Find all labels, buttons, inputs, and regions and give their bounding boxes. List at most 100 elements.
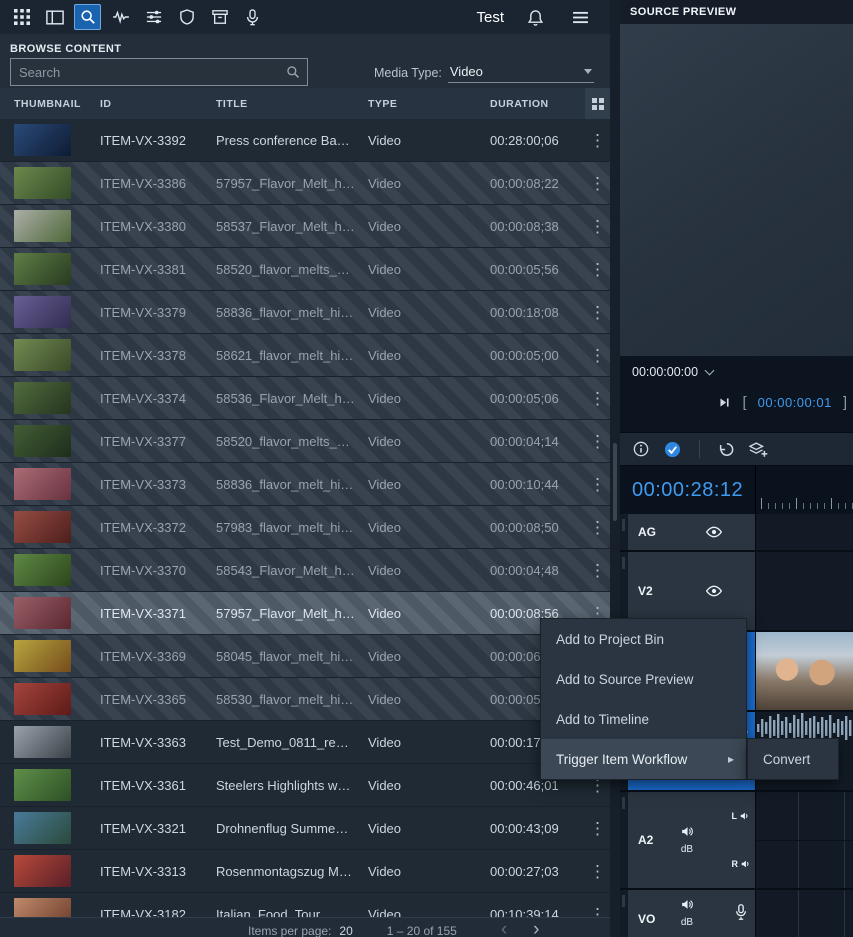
table-row[interactable]: ITEM-VX-337058543_Flavor_Melt_h…Video00:… (0, 549, 610, 592)
mark-timecode[interactable]: 00:00:00:01 (758, 395, 832, 410)
kebab-icon: ⋮ (589, 476, 606, 493)
row-menu-button[interactable]: ⋮ (585, 390, 610, 407)
track-content[interactable] (756, 632, 853, 710)
row-menu-button[interactable]: ⋮ (585, 519, 610, 536)
eye-icon[interactable] (706, 526, 722, 538)
row-menu-button[interactable]: ⋮ (585, 863, 610, 880)
microphone-icon[interactable] (239, 4, 266, 30)
source-preview-title: SOURCE PREVIEW (630, 6, 736, 18)
table-row[interactable]: ITEM-VX-336558530_flavor_melt_hi…Video00… (0, 678, 610, 721)
row-menu-button[interactable]: ⋮ (585, 132, 610, 149)
prev-page-icon[interactable]: ‹ (501, 924, 507, 936)
table-row[interactable]: ITEM-VX-338058537_Flavor_Melt_h…Video00:… (0, 205, 610, 248)
column-settings-icon[interactable] (585, 88, 610, 119)
column-header[interactable]: ID (100, 98, 216, 110)
row-menu-button[interactable]: ⋮ (585, 175, 610, 192)
context-menu-item[interactable]: Add to Source Preview (541, 659, 746, 699)
track-grip[interactable] (620, 514, 628, 550)
track-header-vo[interactable]: VOdB (628, 890, 756, 937)
hamburger-menu-icon[interactable] (567, 4, 594, 30)
row-menu-button[interactable]: ⋮ (585, 476, 610, 493)
thumbnail-cell (0, 382, 100, 414)
table-row[interactable]: ITEM-VX-3363Test_Demo_0811_re…Video00:00… (0, 721, 610, 764)
column-header[interactable]: DURATION (490, 98, 585, 110)
track-volume[interactable]: dB (680, 825, 694, 855)
search-input[interactable] (11, 65, 279, 80)
track-content[interactable] (756, 890, 853, 937)
preview-timecode-dropdown[interactable]: 00:00:00:00 (632, 365, 713, 379)
item-title: 57957_Flavor_Melt_h… (216, 176, 368, 191)
row-menu-button[interactable]: ⋮ (585, 820, 610, 837)
menu-item-label: Add to Source Preview (556, 672, 693, 687)
column-header[interactable]: THUMBNAIL (0, 98, 100, 110)
panel-layout-icon[interactable] (41, 4, 68, 30)
search-icon[interactable] (74, 4, 101, 30)
column-header[interactable]: TYPE (368, 98, 490, 110)
check-circle-icon[interactable] (664, 441, 681, 458)
archive-icon[interactable] (206, 4, 233, 30)
table-row[interactable]: ITEM-VX-338657957_Flavor_Melt_h…Video00:… (0, 162, 610, 205)
notifications-bell-icon[interactable] (522, 4, 549, 30)
audio-wave-icon[interactable] (107, 4, 134, 30)
track-content[interactable] (756, 514, 853, 550)
table-row[interactable]: ITEM-VX-337157957_Flavor_Melt_h…Video00:… (0, 592, 610, 635)
track-name: A2 (638, 833, 653, 847)
add-layer-icon[interactable] (749, 441, 768, 458)
pagination-bar: Items per page: 20 1 – 20 of 155 ‹ › (0, 917, 610, 937)
track-grip[interactable] (620, 890, 628, 937)
table-row[interactable]: ITEM-VX-337758520_flavor_melts_…Video00:… (0, 420, 610, 463)
table-row[interactable]: ITEM-VX-337958836_flavor_melt_hi…Video00… (0, 291, 610, 334)
item-title: Steelers Highlights w… (216, 778, 368, 793)
item-thumbnail (14, 296, 71, 328)
item-thumbnail (14, 339, 71, 371)
sliders-icon[interactable] (140, 4, 167, 30)
mark-out-icon[interactable]: ] (843, 394, 847, 411)
row-menu-button[interactable]: ⋮ (585, 304, 610, 321)
row-menu-button[interactable]: ⋮ (585, 433, 610, 450)
row-menu-button[interactable]: ⋮ (585, 562, 610, 579)
user-label[interactable]: Test (476, 9, 504, 26)
track-header-a2[interactable]: A2dBLR (628, 792, 756, 888)
context-submenu-item[interactable]: Convert (748, 739, 838, 779)
search-magnifier-icon[interactable] (279, 65, 307, 79)
undo-icon[interactable] (718, 442, 734, 457)
table-row[interactable]: ITEM-VX-3321Drohnenflug Summe…Video00:00… (0, 807, 610, 850)
track-volume[interactable]: dB (680, 898, 694, 928)
panel-splitter[interactable] (610, 0, 620, 937)
row-menu-button[interactable]: ⋮ (585, 218, 610, 235)
track-content[interactable] (756, 552, 853, 630)
mic-icon[interactable] (735, 904, 747, 920)
row-menu-button[interactable]: ⋮ (585, 347, 610, 364)
shield-icon[interactable] (173, 4, 200, 30)
next-page-icon[interactable]: › (533, 924, 539, 936)
context-menu-item[interactable]: Add to Timeline (541, 699, 746, 739)
skip-to-end-icon[interactable] (718, 396, 731, 409)
clip-thumbnail[interactable] (756, 632, 853, 710)
context-menu-item[interactable]: Trigger Item Workflow▸ (541, 739, 746, 779)
items-per-page-value[interactable]: 20 (339, 924, 352, 937)
table-row[interactable]: ITEM-VX-337458536_Flavor_Melt_h…Video00:… (0, 377, 610, 420)
table-row[interactable]: ITEM-VX-3361Steelers Highlights w…Video0… (0, 764, 610, 807)
column-header[interactable]: TITLE (216, 98, 368, 110)
table-row[interactable]: ITEM-VX-337358836_flavor_melt_hi…Video00… (0, 463, 610, 506)
context-menu-item[interactable]: Add to Project Bin (541, 619, 746, 659)
mark-in-icon[interactable]: [ (742, 394, 746, 411)
table-row[interactable]: ITEM-VX-3392Press conference Ba…Video00:… (0, 119, 610, 162)
timeline-timecode[interactable]: 00:00:28:12 (620, 466, 755, 514)
apps-grid-icon[interactable] (8, 4, 35, 30)
kebab-icon: ⋮ (589, 218, 606, 235)
table-row[interactable]: ITEM-VX-337257983_flavor_melt_hi…Video00… (0, 506, 610, 549)
table-row[interactable]: ITEM-VX-338158520_flavor_melts_…Video00:… (0, 248, 610, 291)
timeline-ruler[interactable] (755, 466, 853, 514)
track-header-ag[interactable]: AG (628, 514, 756, 550)
info-icon[interactable] (633, 441, 649, 457)
table-row[interactable]: ITEM-VX-337858621_flavor_melt_hi…Video00… (0, 334, 610, 377)
track-content[interactable] (756, 792, 853, 888)
row-menu-button[interactable]: ⋮ (585, 261, 610, 278)
track-grip[interactable] (620, 792, 628, 888)
table-row[interactable]: ITEM-VX-3313Rosenmontagszug M…Video00:00… (0, 850, 610, 893)
media-type-select[interactable]: Video (448, 62, 594, 83)
table-row[interactable]: ITEM-VX-336958045_flavor_melt_hi…Video00… (0, 635, 610, 678)
search-box[interactable] (10, 58, 308, 86)
eye-icon[interactable] (706, 585, 722, 597)
